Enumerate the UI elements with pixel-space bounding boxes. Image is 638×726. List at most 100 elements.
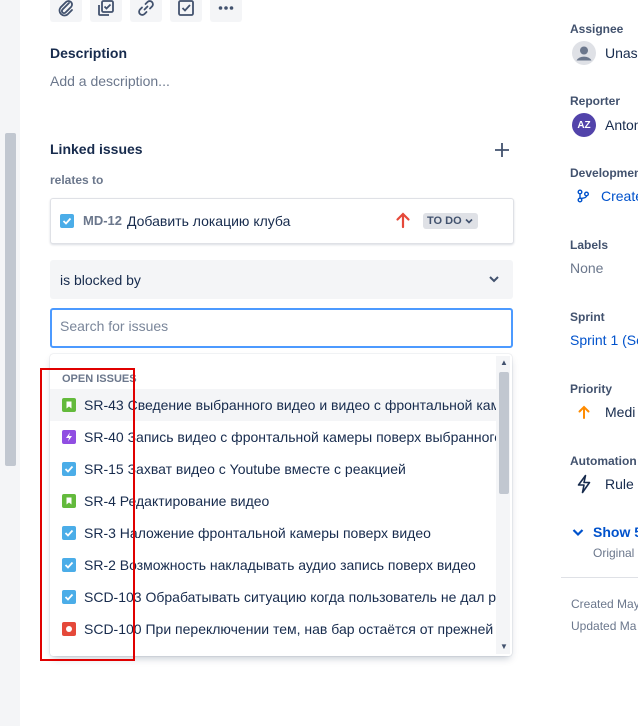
chevron-down-icon[interactable]: [571, 527, 585, 539]
create-subtask-button[interactable]: [90, 0, 122, 22]
chevron-down-icon: [465, 218, 473, 224]
created-date: Created May: [571, 597, 638, 611]
arrow-up-icon: [578, 405, 590, 419]
story-type-icon: [62, 398, 76, 412]
result-key: SCD-100: [84, 621, 142, 637]
result-key: SR-15: [84, 461, 124, 477]
priority-value[interactable]: Medi: [605, 404, 635, 420]
status-text: TO DO: [427, 215, 462, 227]
link-issue-button[interactable]: [130, 0, 162, 22]
status-lozenge[interactable]: TO DO: [423, 213, 478, 229]
list-item[interactable]: SR-4 Редактирование видео: [50, 485, 500, 517]
sprint-value[interactable]: Sprint 1 (Se: [570, 332, 638, 348]
result-summary: Возможность накладывать аудио запись пов…: [119, 557, 476, 573]
task-type-icon: [62, 590, 76, 604]
link-type-value: is blocked by: [60, 272, 141, 288]
left-scrollbar-thumb[interactable]: [5, 133, 16, 466]
list-item[interactable]: SCD-103 Обрабатывать ситуацию когда поль…: [50, 581, 500, 613]
dropdown-scrollbar-thumb[interactable]: [499, 372, 509, 494]
issue-search-input[interactable]: [60, 318, 500, 334]
link-type-select[interactable]: is blocked by: [50, 260, 513, 299]
result-key: SR-3: [84, 525, 116, 541]
labels-value[interactable]: None: [570, 260, 603, 276]
add-link-plus-icon[interactable]: [492, 140, 512, 160]
result-key: SR-43: [84, 397, 124, 413]
list-item[interactable]: SR-43 Сведение выбранного видео и видео …: [50, 389, 500, 421]
task-type-icon: [62, 462, 76, 476]
assignee-value[interactable]: Unass: [605, 45, 638, 61]
attach-button[interactable]: [50, 0, 82, 22]
updated-date: Updated Ma: [571, 619, 637, 633]
checklist-button[interactable]: [170, 0, 202, 22]
epic-type-icon: [62, 430, 76, 444]
issue-search-field[interactable]: [50, 308, 513, 348]
avatar: AZ: [572, 113, 596, 137]
result-key: SR-40: [84, 429, 124, 445]
branch-icon: [577, 189, 589, 203]
reporter-value[interactable]: Anton: [605, 117, 638, 133]
task-type-icon: [62, 558, 76, 572]
relation-label: relates to: [50, 173, 104, 187]
priority-label: Priority: [570, 382, 613, 396]
description-heading: Description: [50, 45, 128, 61]
create-subtask-icon: [98, 0, 114, 16]
divider: [561, 577, 638, 578]
scroll-down-arrow-icon[interactable]: ▼: [500, 642, 508, 651]
linked-issue-key[interactable]: MD-12: [83, 213, 122, 228]
result-summary: Редактирование видео: [119, 493, 270, 509]
sprint-label: Sprint: [570, 310, 605, 324]
result-summary: При переключении тем, нав бар остаётся о…: [145, 621, 500, 637]
result-key: SR-2: [84, 557, 116, 573]
result-summary: Запись видео с фронтальной камеры поверх…: [127, 429, 500, 445]
bug-type-icon: [62, 622, 76, 636]
lightning-icon: [577, 474, 591, 494]
list-item[interactable]: SR-40 Запись видео с фронтальной камеры …: [50, 421, 500, 453]
development-label: Developmen: [570, 166, 638, 180]
result-summary: Наложение фронтальной камеры поверх виде…: [119, 525, 431, 541]
result-text: SR-15 Захват видео с Youtube вместе с ре…: [84, 461, 406, 477]
result-summary: Обрабатывать ситуацию когда пользователь…: [145, 589, 500, 605]
labels-label: Labels: [570, 238, 609, 252]
issue-toolbar: [50, 0, 242, 22]
description-placeholder[interactable]: Add a description...: [50, 73, 170, 89]
result-summary: Сведение выбранного видео и видео с фрон…: [127, 397, 500, 413]
result-text: SR-40 Запись видео с фронтальной камеры …: [84, 429, 500, 445]
reporter-label: Reporter: [570, 94, 621, 108]
attach-icon: [58, 0, 73, 17]
result-summary: Захват видео с Youtube вместе с реакцией: [127, 461, 406, 477]
checklist-icon: [178, 0, 194, 16]
result-text: SCD-100 При переключении тем, нав бар ос…: [84, 621, 500, 637]
automation-value[interactable]: Rule e: [605, 476, 638, 492]
list-item[interactable]: SR-3 Наложение фронтальной камеры поверх…: [50, 517, 500, 549]
show-more-button[interactable]: Show 5: [593, 524, 638, 540]
more-actions-button[interactable]: [210, 0, 242, 22]
search-results-dropdown: OPEN ISSUES SR-43 Сведение выбранного ви…: [50, 354, 512, 656]
show-more-subtext: Original: [593, 546, 635, 560]
linked-issues-heading: Linked issues: [50, 141, 143, 157]
result-text: SR-43 Сведение выбранного видео и видео …: [84, 397, 500, 413]
task-type-icon: [62, 526, 76, 540]
linked-issue-card[interactable]: MD-12 Добавить локацию клуба TO DO: [50, 198, 514, 244]
scroll-up-arrow-icon[interactable]: ▲: [500, 358, 508, 367]
chevron-down-icon: [489, 276, 499, 283]
results-group-label: OPEN ISSUES: [62, 373, 137, 385]
task-type-icon: [60, 214, 74, 228]
list-item[interactable]: SR-15 Захват видео с Youtube вместе с ре…: [50, 453, 500, 485]
list-item[interactable]: SR-2 Возможность накладывать аудио запис…: [50, 549, 500, 581]
link-issue-icon: [138, 0, 154, 16]
automation-label: Automation: [570, 454, 637, 468]
assignee-label: Assignee: [570, 22, 624, 36]
result-key: SR-4: [84, 493, 116, 509]
result-text: SR-3 Наложение фронтальной камеры поверх…: [84, 525, 431, 541]
result-text: SR-4 Редактирование видео: [84, 493, 269, 509]
list-item[interactable]: SCD-100 При переключении тем, нав бар ос…: [50, 613, 500, 645]
unassigned-avatar-icon: [572, 41, 596, 65]
arrow-up-icon: [396, 212, 410, 229]
more-icon: [218, 6, 234, 10]
result-key: SCD-103: [84, 589, 142, 605]
result-text: SR-2 Возможность накладывать аудио запис…: [84, 557, 476, 573]
create-branch-link[interactable]: Create: [601, 188, 638, 204]
linked-issue-summary[interactable]: Добавить локацию клуба: [127, 213, 290, 229]
result-text: SCD-103 Обрабатывать ситуацию когда поль…: [84, 589, 500, 605]
story-type-icon: [62, 494, 76, 508]
